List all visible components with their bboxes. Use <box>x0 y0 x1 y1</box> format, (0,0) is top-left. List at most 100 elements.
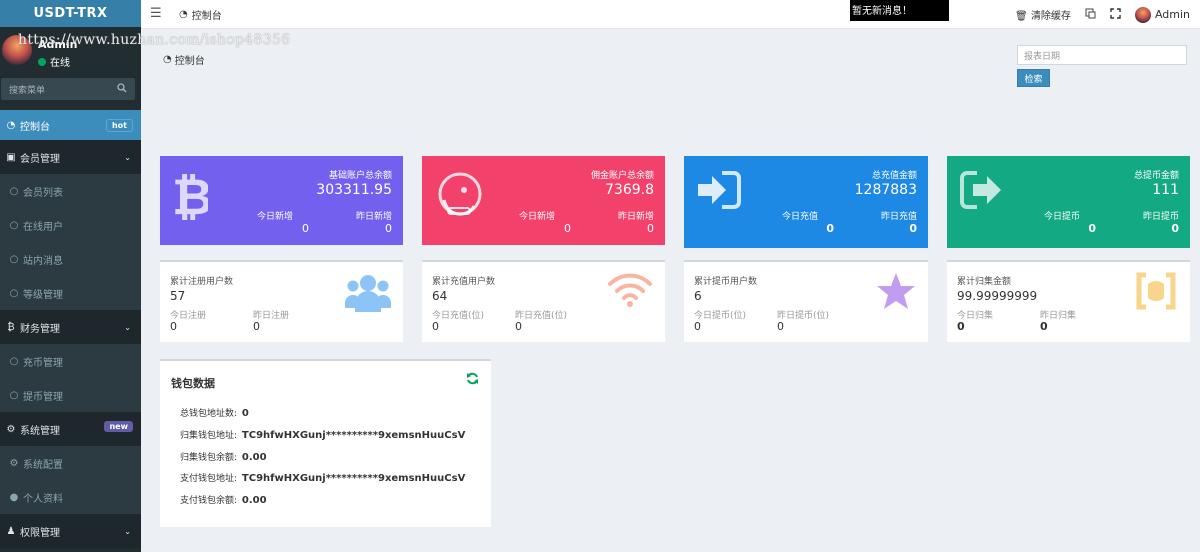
info-label: 累计注册用户数 <box>170 277 234 287</box>
chevron-down-icon: ⌄ <box>124 527 131 536</box>
wallet-row-label: 总钱包地址数: <box>180 409 238 419</box>
bitcoin-icon: ₿ <box>172 168 213 226</box>
nav-right: 🗑 清除缓存 Admin <box>1015 0 1200 29</box>
wallet-title: 钱包数据 <box>171 377 215 390</box>
stat-card-total-withdraw: 总提币金额 111 今日提币 昨日提币 0 0 <box>947 156 1190 248</box>
wallet-row-collect-address: 归集钱包地址: TC9hfwHXGunj**********9xemsnHuuC… <box>180 428 465 441</box>
search-icon[interactable] <box>117 83 127 96</box>
user-menu[interactable]: Admin <box>1134 6 1190 23</box>
wallet-row-total-addresses: 总钱包地址数: 0 <box>180 406 249 419</box>
info-sub-value: 0 <box>170 320 177 333</box>
sidebar-search-placeholder: 搜索菜单 <box>9 85 46 96</box>
wallet-row-collect-balance: 归集钱包余额: 0.00 <box>180 450 267 463</box>
info-value: 6 <box>694 289 702 303</box>
watermark-text: https://www.huzhan.com/ishop48356 <box>18 32 291 48</box>
sidebar-item-messages[interactable]: ○ 站内消息 <box>0 242 141 276</box>
cogs-icon: ⚙ <box>6 423 16 435</box>
sidebar-item-system[interactable]: ⚙ 系统管理 new <box>0 412 141 446</box>
info-label: 累计充值用户数 <box>432 277 496 287</box>
sidebar-item-levels[interactable]: ○ 等级管理 <box>0 276 141 310</box>
info-sub-label: 昨日充值(位) <box>515 311 568 321</box>
sidebar-item-finance[interactable]: ₿ 财务管理 ⌄ <box>0 310 141 344</box>
sidebar-item-label: 权限管理 <box>20 527 60 539</box>
circle-icon: ○ <box>9 287 19 299</box>
elephant-icon <box>434 170 488 225</box>
sidebar-item-profile[interactable]: ● 个人资料 <box>0 480 141 514</box>
chevron-down-icon: ⌄ <box>124 153 131 162</box>
sidebar-search-input[interactable]: 搜索菜单 <box>1 78 135 100</box>
sidebar-item-online-users[interactable]: ○ 在线用户 <box>0 208 141 242</box>
new-badge: new <box>104 421 133 432</box>
fullscreen-icon[interactable] <box>1110 7 1121 22</box>
sidebar-item-label: 财务管理 <box>20 323 60 335</box>
sign-out-icon <box>959 170 1005 213</box>
users-icon <box>345 272 391 317</box>
svg-text:₿: ₿ <box>172 170 208 220</box>
gear-icon: ⚙ <box>9 457 19 469</box>
stat-sub-value: 0 <box>647 222 654 235</box>
sidebar-item-withdrawals[interactable]: ○ 提币管理 <box>0 378 141 412</box>
stat-value: 1287883 <box>854 182 917 198</box>
stat-card-base-balance: ₿ 基础账户总余额 303311.95 今日新增 昨日新增 0 0 <box>160 156 403 245</box>
sidebar-item-label: 站内消息 <box>23 255 63 267</box>
info-sub-value: 0 <box>1040 320 1048 333</box>
breadcrumb: ◔ 控制台 <box>163 52 205 67</box>
language-icon[interactable] <box>1085 8 1096 22</box>
star-icon <box>876 272 916 313</box>
sidebar-item-system-config[interactable]: ⚙ 系统配置 <box>0 446 141 480</box>
sidebar-item-dashboard[interactable]: ◔ 控制台 hot <box>0 110 141 140</box>
stat-sub-value: 0 <box>909 222 917 235</box>
tab-label: 控制台 <box>191 11 222 22</box>
online-dot-icon <box>38 57 46 66</box>
stat-label: 基础账户总余额 <box>328 171 392 181</box>
sidebar-item-deposits[interactable]: ○ 充币管理 <box>0 344 141 378</box>
address-card-icon: ▣ <box>6 151 16 163</box>
wallet-row-label: 归集钱包余额: <box>180 453 238 463</box>
sidebar-item-members[interactable]: ▣ 会员管理 ⌄ <box>0 140 141 174</box>
user-status: 在线 <box>38 54 70 69</box>
wallet-row-pay-balance: 支付钱包余额: 0.00 <box>180 493 267 506</box>
wallet-row-value: 0.00 <box>241 452 267 463</box>
wallet-row-value: TC9hfwHXGunj**********9xemsnHuuCsV <box>241 473 466 484</box>
hot-badge: hot <box>105 119 133 132</box>
stat-sub-label: 昨日充值 <box>880 212 917 222</box>
wallet-row-value: 0.00 <box>241 495 267 506</box>
report-date-input[interactable]: 报表日期 <box>1017 45 1187 65</box>
info-sub-value: 0 <box>515 320 522 333</box>
stat-sub-label: 今日新增 <box>518 212 555 222</box>
wallet-row-value: 0 <box>241 408 249 419</box>
sidebar-menu: ◔ 控制台 hot ▣ 会员管理 ⌄ ○ 会员列表 ○ 在线用户 ○ 站内消息 … <box>0 110 141 548</box>
wallet-row-label: 支付钱包余额: <box>180 496 238 506</box>
search-button[interactable]: 检索 <box>1017 69 1050 87</box>
clear-cache-label: 清除缓存 <box>1030 11 1071 22</box>
stat-sub-label: 今日新增 <box>256 212 293 222</box>
stat-value: 7369.8 <box>605 182 654 198</box>
sidebar-item-label: 充币管理 <box>23 357 63 369</box>
sidebar-item-label: 提币管理 <box>23 391 63 403</box>
circle-icon: ○ <box>9 389 19 401</box>
stat-sub-value: 0 <box>385 222 392 235</box>
bracket-icon <box>1134 272 1178 313</box>
stat-sub-value: 0 <box>302 222 309 235</box>
menu-toggle-icon[interactable]: ☰ <box>150 6 162 21</box>
sidebar-item-label: 系统管理 <box>20 425 60 437</box>
sidebar-item-member-list[interactable]: ○ 会员列表 <box>0 174 141 208</box>
trash-icon: 🗑 <box>1015 11 1028 22</box>
info-sub-label: 今日提币(位) <box>694 311 747 321</box>
refresh-icon[interactable] <box>466 372 479 388</box>
top-navbar: ☰ ◔ 控制台 暂无新消息！ 🗑 清除缓存 Admin <box>141 0 1200 29</box>
sidebar-item-label: 会员管理 <box>20 153 60 165</box>
stat-sub-value: 0 <box>1171 222 1179 235</box>
user-icon: ● <box>9 491 19 503</box>
sidebar-item-label: 系统配置 <box>23 459 63 471</box>
info-sub-label: 今日充值(位) <box>432 311 485 321</box>
clear-cache-button[interactable]: 🗑 清除缓存 <box>1015 7 1071 22</box>
sidebar-item-label: 控制台 <box>20 121 50 133</box>
sidebar-item-permissions[interactable]: ♟ 权限管理 ⌄ <box>0 514 141 548</box>
app-logo[interactable]: USDT-TRX <box>0 0 141 27</box>
dashboard-icon: ◔ <box>6 119 16 131</box>
wifi-icon <box>607 272 653 311</box>
stat-label: 总提币金额 <box>1133 171 1179 181</box>
tab-dashboard[interactable]: ◔ 控制台 <box>179 7 222 22</box>
breadcrumb-label: 控制台 <box>174 56 205 67</box>
